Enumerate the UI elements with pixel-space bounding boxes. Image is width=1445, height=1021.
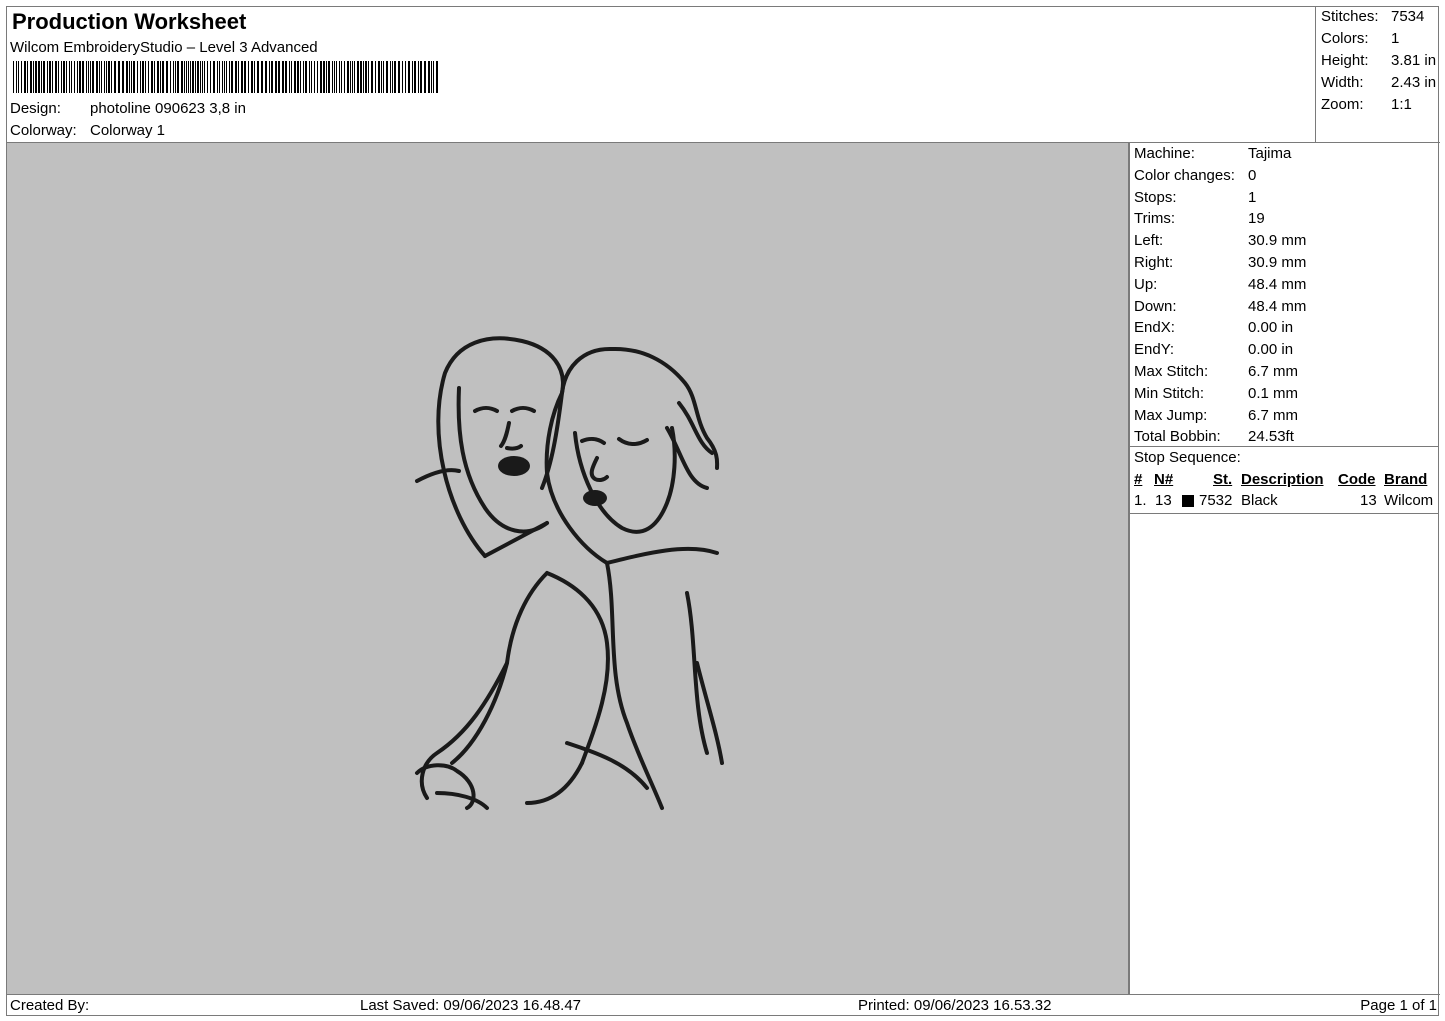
right-eye-closed: [617, 437, 649, 446]
summary-width: Width: 2.43 in: [1321, 74, 1437, 91]
info-up: Up: 48.4 mm: [1134, 275, 1307, 293]
design-row: Design: photoline 090623 3,8 in: [10, 100, 246, 117]
left-neck-line: [483, 521, 549, 558]
col-code: Code: [1338, 471, 1376, 488]
col-needle: N#: [1154, 471, 1174, 488]
left-eye-2: [510, 406, 536, 413]
machine-info-panel: Machine: Tajima Color changes: 0 Stops: 1 T…: [1129, 143, 1440, 994]
stop-sequence-row: 1. 13 7532 Black 13 Wilcom: [1130, 492, 1439, 512]
info-machine: Machine: Tajima: [1134, 145, 1292, 162]
row-code: 13: [1360, 492, 1377, 509]
col-stitches: St.: [1213, 471, 1233, 488]
production-worksheet: Production Worksheet Wilcom EmbroiderySt…: [6, 6, 1440, 1016]
info-endy: EndY: 0.00 in: [1134, 341, 1294, 359]
info-color-changes: Color changes: 0: [1134, 166, 1257, 184]
info-trims: Trims: 19: [1134, 210, 1265, 228]
left-lips: [498, 456, 530, 476]
jacket-line-2: [685, 591, 724, 765]
page-title: Production Worksheet: [12, 9, 247, 34]
left-eye: [473, 406, 499, 413]
row-num: 1.: [1134, 492, 1147, 509]
row-stitches: 7532: [1199, 492, 1233, 509]
summary-stitches: Stitches: 7534: [1321, 8, 1425, 25]
design-preview-canvas: [7, 143, 1129, 994]
software-subtitle: Wilcom EmbroideryStudio – Level 3 Advanc…: [10, 39, 318, 56]
stop-sequence-title: Stop Sequence:: [1134, 449, 1241, 466]
color-swatch: [1182, 495, 1194, 507]
colorway-value: Colorway 1: [90, 122, 166, 139]
left-nose: [499, 421, 523, 451]
col-description: Description: [1241, 471, 1324, 488]
colorway-label: Colorway:: [10, 122, 77, 139]
right-lips: [583, 490, 607, 506]
hand-outline: [415, 763, 489, 810]
info-total-bobbin: Total Bobbin: 24.53ft: [1134, 428, 1294, 446]
stop-sequence-header: # N# St. Description Code Brand: [1130, 471, 1439, 491]
arm-outline: [450, 571, 610, 765]
summary-zoom: Zoom: 1:1: [1321, 96, 1412, 113]
row-brand: Wilcom: [1384, 492, 1434, 509]
barcode: [13, 61, 438, 93]
info-max-jump: Max Jump: 6.7 mm: [1134, 406, 1299, 424]
last-saved: Last Saved: 09/06/2023 16.48.47: [360, 997, 582, 1014]
right-shoulder: [605, 546, 719, 565]
page-number: Page 1 of 1: [1360, 997, 1437, 1014]
summary-colors: Colors: 1: [1321, 30, 1400, 47]
left-collar: [415, 468, 461, 483]
right-nose: [589, 456, 609, 483]
info-left: Left: 30.9 mm: [1134, 232, 1307, 250]
info-endx: EndX: 0.00 in: [1134, 319, 1294, 337]
info-stops: Stops: 1: [1134, 188, 1257, 206]
col-brand: Brand: [1384, 471, 1428, 488]
info-down: Down: 48.4 mm: [1134, 297, 1307, 315]
right-eye: [580, 436, 606, 445]
jacket-line-1: [605, 561, 664, 810]
embroidery-design-drawing: [415, 336, 724, 810]
worksheet-header: Production Worksheet Wilcom EmbroiderySt…: [7, 7, 1315, 143]
col-num: #: [1134, 471, 1143, 488]
info-max-stitch: Max Stitch: 6.7 mm: [1134, 362, 1299, 380]
info-right: Right: 30.9 mm: [1134, 253, 1307, 271]
printed-date: Printed: 09/06/2023 16.53.32: [858, 997, 1052, 1014]
row-needle: 13: [1155, 492, 1172, 509]
worksheet-footer: Created By: Last Saved: 09/06/2023 16.48…: [7, 994, 1440, 1016]
stop-sequence: Stop Sequence: # N# St. Description Code…: [1130, 446, 1439, 514]
info-min-stitch: Min Stitch: 0.1 mm: [1134, 384, 1299, 402]
summary-panel: Stitches: 7534 Colors: 1 Height: 3.81 in Wi…: [1315, 7, 1440, 143]
colorway-row: Colorway: Colorway 1: [10, 122, 165, 139]
row-description: Black: [1241, 492, 1278, 509]
created-by: Created By:: [10, 997, 90, 1014]
machine-info-table: Machine: Tajima Color changes: 0 Stops: 1 T…: [1134, 143, 1306, 448]
design-label: Design:: [10, 100, 61, 117]
design-value: photoline 090623 3,8 in: [90, 100, 246, 117]
summary-height: Height: 3.81 in: [1321, 52, 1437, 69]
